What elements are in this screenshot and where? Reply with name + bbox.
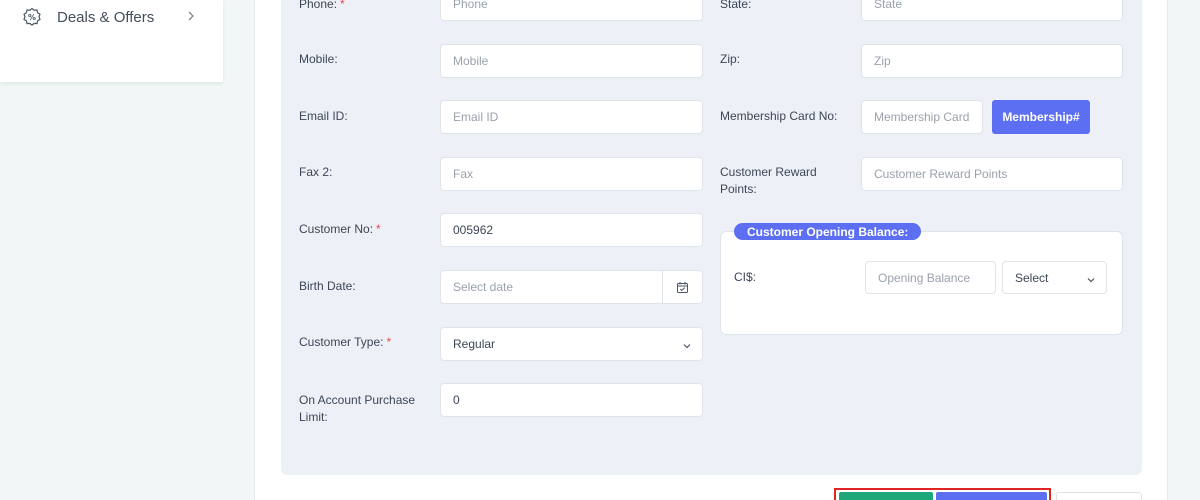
opening-balance-select[interactable]: Select — [1002, 261, 1107, 294]
membership-card-label: Membership Card No: — [720, 109, 838, 123]
customer-type-select[interactable]: Regular — [440, 327, 703, 361]
sidebar: % Deals & Offers — [0, 0, 223, 82]
fax-input[interactable]: Fax — [440, 157, 703, 191]
cancel-button[interactable] — [1056, 492, 1142, 500]
sidebar-next-item-icon — [22, 64, 38, 68]
mobile-label: Mobile: — [299, 52, 338, 66]
reward-points-label: Customer Reward Points: — [720, 165, 817, 196]
zip-label: Zip: — [720, 52, 741, 66]
mobile-input[interactable]: Mobile — [440, 44, 703, 78]
currency-label: CI$: — [734, 270, 757, 284]
state-label: State: — [720, 0, 752, 11]
customer-type-label: Customer Type: * — [299, 335, 392, 349]
phone-label: Phone: * — [299, 0, 345, 13]
email-input[interactable]: Email ID — [440, 100, 703, 134]
purchase-limit-input[interactable]: 0 — [440, 383, 703, 417]
chevron-right-icon — [184, 9, 198, 23]
save-button[interactable] — [839, 492, 933, 500]
phone-input[interactable]: Phone — [440, 0, 703, 21]
sidebar-item-deals-offers[interactable]: % Deals & Offers — [22, 4, 202, 30]
save-and-new-button[interactable] — [936, 492, 1047, 500]
opening-balance-input[interactable]: Opening Balance — [865, 261, 996, 294]
customer-no-label: Customer No: * — [299, 222, 381, 236]
sidebar-item-label: Deals & Offers — [57, 8, 155, 26]
customer-no-input[interactable]: 005962 — [440, 213, 703, 247]
email-label: Email ID: — [299, 109, 348, 123]
opening-balance-title: Customer Opening Balance: — [734, 223, 922, 240]
fax-label: Fax 2: — [299, 165, 333, 179]
state-input[interactable]: State — [861, 0, 1123, 21]
chevron-down-icon — [1086, 274, 1096, 284]
membership-number-button[interactable]: Membership# — [992, 100, 1090, 134]
membership-card-input[interactable]: Membership Card — [861, 100, 983, 134]
svg-text:%: % — [28, 13, 36, 22]
purchase-limit-label: On Account Purchase Limit: — [299, 393, 416, 424]
birth-date-input[interactable]: Select date — [440, 270, 703, 304]
required-marker: * — [376, 222, 381, 236]
zip-input[interactable]: Zip — [861, 44, 1123, 78]
required-marker: * — [386, 335, 392, 349]
required-marker: * — [340, 0, 345, 11]
reward-points-input[interactable]: Customer Reward Points — [861, 157, 1123, 191]
discount-badge-icon: % — [22, 7, 42, 27]
calendar-icon[interactable] — [662, 271, 702, 303]
birth-date-label: Birth Date: — [299, 279, 356, 293]
chevron-down-icon — [682, 340, 692, 350]
